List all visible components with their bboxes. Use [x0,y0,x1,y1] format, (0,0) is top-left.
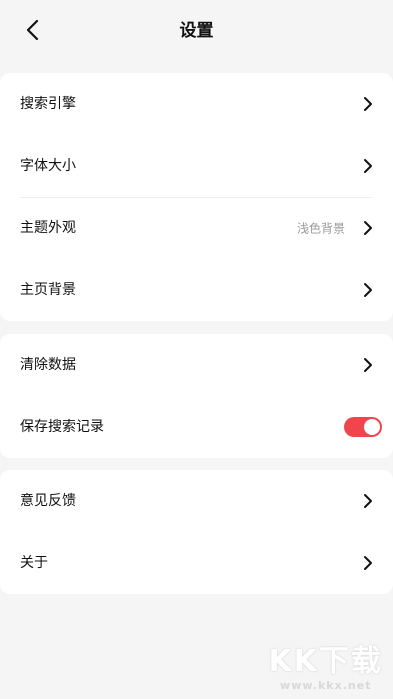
chevron-right-icon [363,555,373,571]
row-label: 搜索引擎 [20,96,76,112]
row-search-engine[interactable]: 搜索引擎 [0,73,393,135]
page-title: 设置 [179,21,214,41]
chevron-right-icon [363,357,373,373]
row-label: 字体大小 [20,158,76,174]
chevron-right-icon [363,220,373,236]
row-save-search-history: 保存搜索记录 [0,396,393,458]
settings-group-data: 清除数据 保存搜索记录 [0,334,393,458]
row-feedback[interactable]: 意见反馈 [0,470,393,532]
row-label: 主页背景 [20,282,76,298]
chevron-right-icon [363,96,373,112]
row-clear-data[interactable]: 清除数据 [0,334,393,396]
row-font-size[interactable]: 字体大小 [0,135,393,197]
chevron-right-icon [363,158,373,174]
toggle-knob [364,419,380,435]
watermark-logo: KK下载 [268,644,383,679]
watermark: KK下载 www.kkx.net [269,645,384,693]
chevron-right-icon [363,282,373,298]
row-label: 主题外观 [20,220,76,236]
row-label: 意见反馈 [20,493,76,509]
theme-value: 浅色背景 [296,221,345,236]
row-label: 保存搜索记录 [20,419,104,435]
save-search-history-toggle[interactable] [344,417,382,437]
row-label: 关于 [20,555,48,571]
settings-group-about: 意见反馈 关于 [0,470,393,594]
settings-group-display: 搜索引擎 字体大小 主题外观 浅色背景 主页背景 [0,73,393,321]
row-theme-appearance[interactable]: 主题外观 浅色背景 [0,197,393,259]
watermark-url: www.kkx.net [280,679,372,692]
row-label: 清除数据 [20,357,76,373]
header: 设置 [0,0,393,64]
chevron-right-icon [363,493,373,509]
row-about[interactable]: 关于 [0,532,393,594]
row-home-background[interactable]: 主页背景 [0,259,393,321]
